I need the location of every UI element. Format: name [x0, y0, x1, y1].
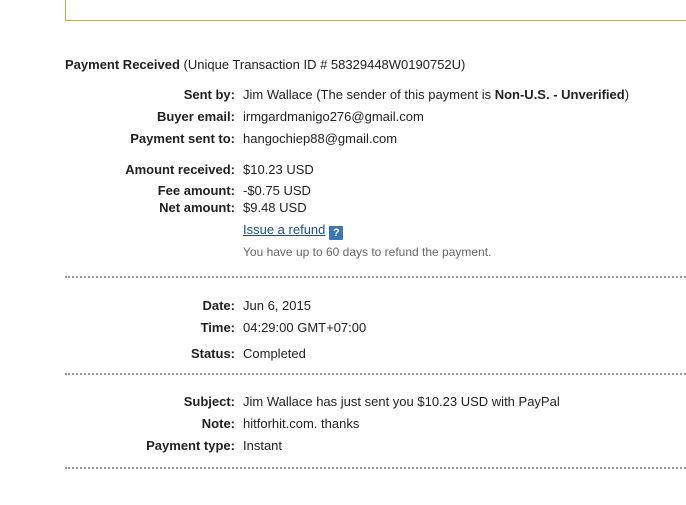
payment-sent-to-row: Payment sent to: hangochiep88@gmail.com	[0, 131, 686, 149]
amount-received-value: $10.23 USD	[243, 162, 314, 177]
payment-type-label: Payment type:	[146, 438, 235, 453]
payment-type-row: Payment type: Instant	[0, 438, 686, 456]
note-row: Note: hitforhit.com. thanks	[0, 416, 686, 434]
time-label: Time:	[200, 320, 235, 335]
section-divider	[65, 467, 686, 469]
payment-header: Payment Received (Unique Transaction ID …	[65, 57, 465, 72]
sent-by-value: Jim Wallace (The sender of this payment …	[243, 87, 629, 102]
sent-by-label: Sent by:	[183, 87, 235, 102]
status-row: Status: Completed	[0, 346, 686, 364]
help-icon[interactable]: ?	[329, 226, 344, 240]
time-value: 04:29:00 GMT+07:00	[243, 320, 367, 335]
status-label: Status:	[190, 346, 235, 361]
date-row: Date: Jun 6, 2015	[0, 298, 686, 316]
amount-received-row: Amount received: $10.23 USD	[0, 162, 686, 180]
section-divider	[65, 276, 686, 278]
buyer-email-row: Buyer email: irmgardmanigo276@gmail.com	[0, 109, 686, 127]
note-label: Note:	[201, 416, 235, 431]
top-panel-border	[65, 0, 686, 21]
net-amount-value: $9.48 USD	[243, 200, 307, 215]
note-value: hitforhit.com. thanks	[243, 416, 360, 431]
refund-note: You have up to 60 days to refund the pay…	[243, 245, 492, 259]
net-amount-label: Net amount:	[159, 200, 235, 215]
fee-amount-label: Fee amount:	[157, 183, 235, 198]
sender-status-suffix: )	[624, 87, 630, 102]
subject-row: Subject: Jim Wallace has just sent you $…	[0, 394, 686, 412]
amount-received-label: Amount received:	[125, 162, 235, 177]
sender-status: Non-U.S. - Unverified	[494, 87, 625, 102]
section-divider	[65, 373, 686, 375]
time-row: Time: 04:29:00 GMT+07:00	[0, 320, 686, 338]
payment-sent-to-value: hangochiep88@gmail.com	[243, 131, 398, 146]
issue-refund-link[interactable]: Issue a refund	[243, 222, 325, 237]
refund-note-row: You have up to 60 days to refund the pay…	[0, 245, 686, 263]
fee-amount-row: Fee amount: -$0.75 USD	[0, 183, 686, 201]
sent-by-row: Sent by: Jim Wallace (The sender of this…	[0, 87, 686, 105]
buyer-email-label: Buyer email:	[156, 109, 235, 124]
fee-amount-value: -$0.75 USD	[243, 183, 311, 198]
subject-value: Jim Wallace has just sent you $10.23 USD…	[243, 394, 560, 409]
transaction-id: (Unique Transaction ID # 58329448W019075…	[183, 57, 466, 72]
buyer-email-value: irmgardmanigo276@gmail.com	[243, 109, 424, 124]
page-title: Payment Received	[65, 57, 180, 72]
date-value: Jun 6, 2015	[243, 298, 311, 313]
status-value: Completed	[243, 346, 306, 361]
payment-sent-to-label: Payment sent to:	[130, 131, 235, 146]
date-label: Date:	[202, 298, 235, 313]
payment-type-value: Instant	[243, 438, 283, 453]
sender-status-prefix: (The sender of this payment is	[316, 87, 495, 102]
subject-label: Subject:	[183, 394, 235, 409]
sender-name: Jim Wallace	[243, 87, 313, 102]
net-amount-row: Net amount: $9.48 USD	[0, 200, 686, 218]
refund-row: Issue a refund?	[0, 222, 686, 240]
refund-action: Issue a refund?	[243, 222, 344, 240]
